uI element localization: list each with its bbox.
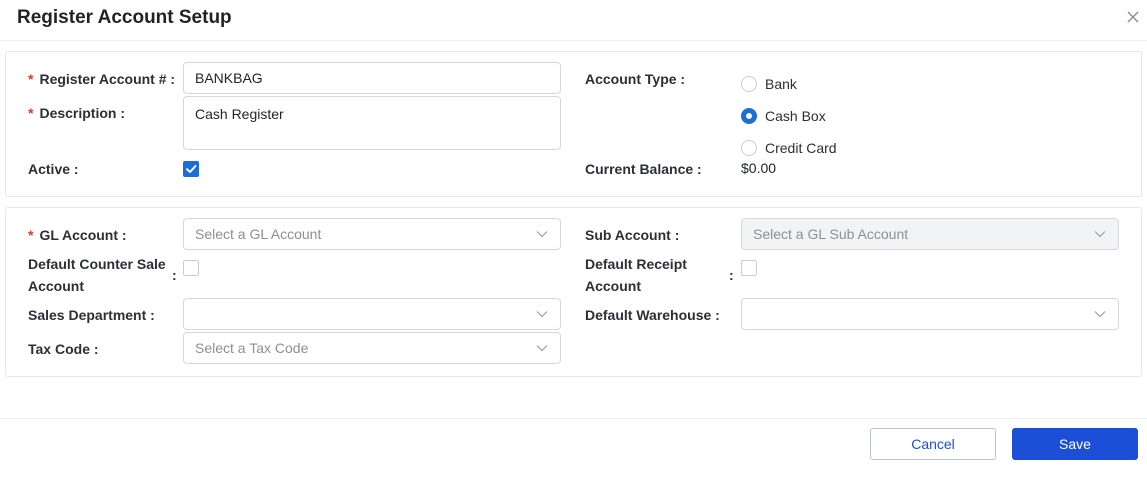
default-counter-sale-label-line1: Default Counter Sale: [28, 256, 166, 272]
radio-cash-box-label[interactable]: Cash Box: [765, 108, 826, 124]
tax-code-select[interactable]: Select a Tax Code: [183, 332, 561, 364]
current-balance-label: Current Balance :: [585, 160, 702, 178]
active-label-text: Active: [28, 161, 71, 177]
chevron-down-icon: [536, 231, 548, 238]
default-receipt-checkbox[interactable]: [741, 260, 757, 276]
sub-account-label: Sub Account :: [585, 226, 679, 244]
colon: :: [150, 307, 155, 323]
colon: :: [697, 161, 702, 177]
chevron-down-icon: [1094, 231, 1106, 238]
register-account-label: * Register Account # :: [28, 70, 175, 88]
tax-code-label-text: Tax Code: [28, 341, 90, 357]
default-warehouse-label: Default Warehouse :: [585, 306, 720, 324]
sales-department-select[interactable]: [183, 298, 561, 330]
radio-credit-card[interactable]: [741, 140, 757, 156]
default-warehouse-label-text: Default Warehouse: [585, 307, 712, 323]
chevron-down-icon: [1094, 311, 1106, 318]
dialog-title: Register Account Setup: [17, 7, 232, 28]
default-counter-sale-label: Default Counter Sale Account: [28, 255, 166, 295]
colon: :: [680, 71, 686, 87]
gl-account-placeholder: Select a GL Account: [195, 226, 322, 242]
sales-department-label-text: Sales Department: [28, 307, 147, 323]
colon: :: [93, 341, 99, 357]
gl-settings-card: * GL Account : Select a GL Account Sub Ac…: [5, 207, 1142, 377]
sub-account-label-text: Sub Account: [585, 227, 671, 243]
radio-bank[interactable]: [741, 76, 757, 92]
colon: :: [715, 307, 720, 323]
colon: :: [120, 105, 126, 121]
dialog-header: Register Account Setup: [0, 0, 1147, 41]
active-label: Active :: [28, 160, 79, 178]
account-type-label-text: Account Type: [585, 71, 677, 87]
required-mark: *: [28, 105, 34, 121]
required-mark: *: [28, 227, 34, 243]
default-counter-sale-checkbox[interactable]: [183, 260, 199, 276]
colon: :: [121, 227, 127, 243]
colon: :: [73, 161, 79, 177]
cancel-button[interactable]: Cancel: [870, 428, 996, 460]
tax-code-label: Tax Code :: [28, 340, 99, 358]
gl-account-label-text: GL Account: [39, 227, 119, 243]
register-account-label-text: Register Account #: [39, 71, 167, 87]
description-label-text: Description: [39, 105, 117, 121]
colon: :: [172, 267, 177, 283]
default-receipt-label-line2: Account: [585, 278, 641, 294]
close-icon[interactable]: [1124, 8, 1142, 26]
default-receipt-label-line1: Default Receipt: [585, 256, 687, 272]
gl-account-label: * GL Account :: [28, 226, 127, 244]
radio-cash-box[interactable]: [741, 108, 757, 124]
current-balance-label-text: Current Balance: [585, 161, 694, 177]
tax-code-placeholder: Select a Tax Code: [195, 340, 309, 356]
active-checkbox[interactable]: [183, 161, 199, 177]
sub-account-select[interactable]: Select a GL Sub Account: [741, 218, 1119, 250]
gl-account-select[interactable]: Select a GL Account: [183, 218, 561, 250]
description-textarea[interactable]: Cash Register: [183, 96, 561, 150]
radio-credit-card-label[interactable]: Credit Card: [765, 140, 837, 156]
save-button[interactable]: Save: [1012, 428, 1138, 460]
colon: :: [170, 71, 176, 87]
sales-department-label: Sales Department :: [28, 306, 155, 324]
default-receipt-label: Default Receipt Account: [585, 255, 687, 295]
current-balance-value: $0.00: [741, 160, 777, 176]
required-mark: *: [28, 71, 34, 87]
register-details-card: * Register Account # : BANKBAG * Descripti…: [5, 51, 1142, 197]
description-label: * Description :: [28, 104, 125, 122]
sub-account-placeholder: Select a GL Sub Account: [753, 226, 909, 242]
colon: :: [729, 267, 734, 283]
chevron-down-icon: [536, 311, 548, 318]
check-icon: [186, 165, 197, 173]
register-account-input[interactable]: BANKBAG: [183, 62, 561, 94]
colon: :: [674, 227, 680, 243]
default-counter-sale-label-line2: Account: [28, 278, 84, 294]
default-warehouse-select[interactable]: [741, 298, 1119, 330]
account-type-label: Account Type :: [585, 70, 685, 88]
chevron-down-icon: [536, 345, 548, 352]
dialog-footer: Cancel Save: [0, 418, 1147, 477]
radio-bank-label[interactable]: Bank: [765, 76, 797, 92]
